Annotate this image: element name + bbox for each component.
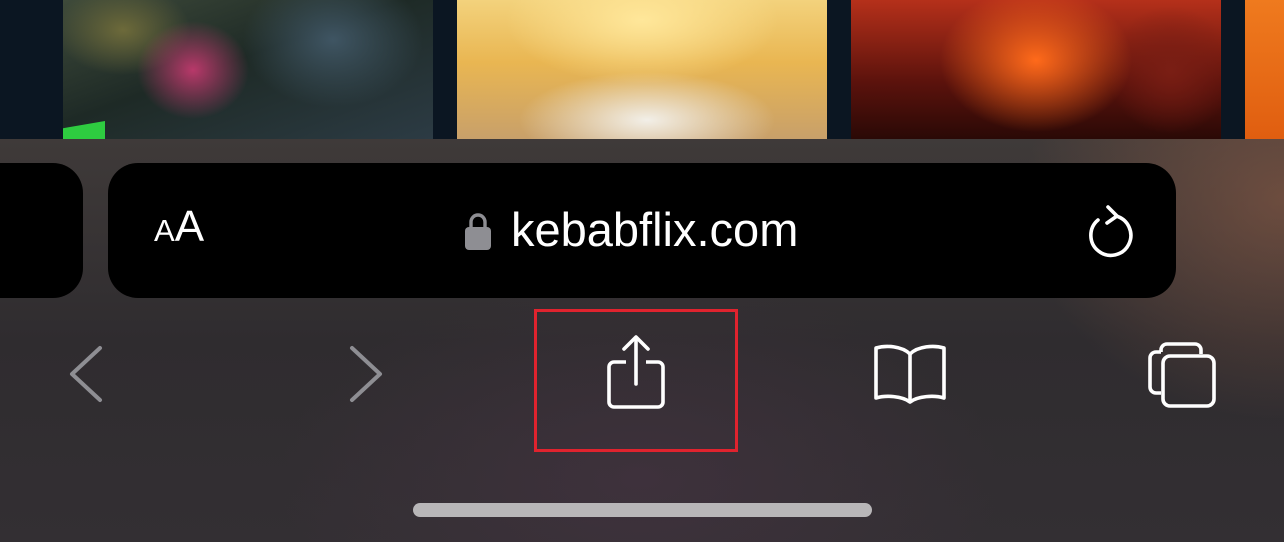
poster-strip xyxy=(0,0,1284,139)
poster-accent xyxy=(63,121,105,139)
tabs-icon[interactable] xyxy=(1146,340,1218,410)
poster-thumbnail[interactable] xyxy=(851,0,1221,139)
reload-icon[interactable] xyxy=(1084,204,1136,258)
poster-thumbnail[interactable] xyxy=(63,0,433,139)
share-highlight-box xyxy=(534,309,738,452)
poster-thumbnail[interactable] xyxy=(457,0,827,139)
poster-thumbnail[interactable] xyxy=(1245,0,1284,139)
book-icon[interactable] xyxy=(872,342,948,404)
previous-tab-address-bar[interactable] xyxy=(0,163,83,298)
chevron-left-icon[interactable] xyxy=(66,344,106,404)
home-indicator[interactable] xyxy=(413,503,872,517)
url-text[interactable]: kebabflix.com xyxy=(511,206,798,253)
lock-icon xyxy=(465,213,491,250)
text-size-button[interactable]: AA xyxy=(154,205,204,249)
text-size-large-letter: A xyxy=(174,202,205,251)
chevron-right-icon[interactable] xyxy=(346,344,386,404)
text-size-small-letter: A xyxy=(154,213,175,248)
